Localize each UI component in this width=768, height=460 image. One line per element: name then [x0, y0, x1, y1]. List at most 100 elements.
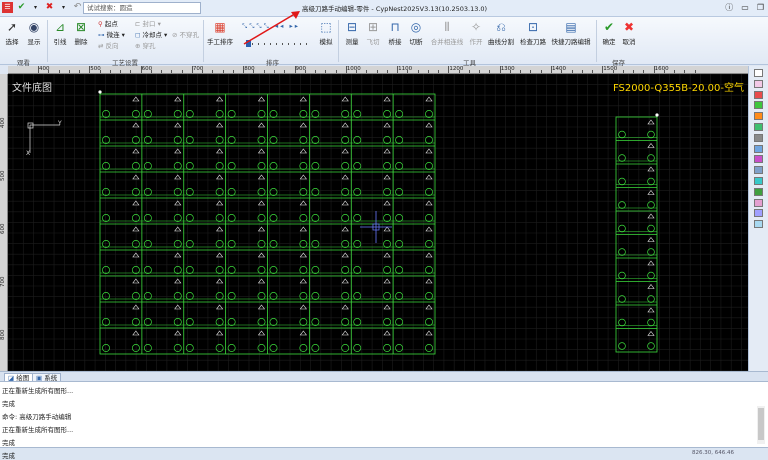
- layer-color-swatch[interactable]: [754, 101, 763, 110]
- select-button[interactable]: ➚ 选择: [5, 20, 19, 46]
- cooling-point-button[interactable]: ◻ 冷却点 ▾: [135, 31, 167, 40]
- layer-color-swatch[interactable]: [754, 220, 763, 229]
- cursor-coordinates: 826.30, 646.46: [692, 450, 734, 456]
- command-log-scrollbar[interactable]: [757, 406, 765, 444]
- hole-contour: [353, 318, 362, 326]
- hole-contour: [395, 162, 404, 170]
- layer-color-swatch[interactable]: [754, 79, 763, 88]
- hole-contour: [353, 266, 362, 274]
- dropdown-icon[interactable]: ▾: [58, 2, 69, 13]
- delete-button[interactable]: ⊠ 删除: [72, 20, 90, 46]
- ruler-tick-label: 1200: [449, 66, 464, 72]
- cancel-button[interactable]: ✖ 取消: [621, 20, 637, 46]
- lead-in-mark: [383, 252, 391, 258]
- layer-color-swatch[interactable]: [754, 90, 763, 99]
- micro-joint-button[interactable]: ⊶ 微连 ▾: [98, 31, 125, 40]
- lead-in-mark: [425, 174, 433, 180]
- dropdown-icon[interactable]: ▾: [30, 2, 41, 13]
- ruler-tick: [48, 70, 50, 73]
- ruler-tick: [520, 70, 522, 73]
- lead-in-mark: [341, 96, 349, 102]
- measure-button[interactable]: ⊟ 测量: [343, 20, 361, 46]
- cut-off-button[interactable]: ◎ 切断: [407, 20, 425, 46]
- ruler-tick-label: 600: [0, 223, 6, 235]
- eye-icon: ◉: [28, 20, 40, 34]
- confirm-button[interactable]: ✔ 确定: [601, 20, 617, 46]
- hole-contour: [618, 342, 626, 350]
- hole-contour: [341, 344, 350, 352]
- hole-contour: [227, 292, 236, 300]
- hole-contour: [215, 214, 224, 222]
- ruler-tick: [684, 70, 686, 73]
- hole-contour: [102, 162, 110, 170]
- manual-sort-button[interactable]: ▦ 手工排序: [206, 20, 234, 46]
- layer-color-swatch[interactable]: [754, 123, 763, 131]
- canvas-svg[interactable]: [8, 74, 748, 371]
- hole-contour: [173, 240, 182, 248]
- hole-contour: [395, 188, 404, 196]
- reverse-button[interactable]: ⇄ 反向: [98, 42, 119, 51]
- layer-color-swatch[interactable]: [754, 198, 763, 207]
- status-text: 完成: [2, 452, 15, 460]
- lead-in-mark: [383, 200, 391, 206]
- simulate-button[interactable]: ⬚ 模拟: [318, 20, 334, 46]
- confirm-check-icon[interactable]: ✔: [16, 2, 27, 13]
- start-point-button[interactable]: ⚲ 起点: [98, 20, 118, 29]
- lead-in-mark: [425, 226, 433, 232]
- minimize-icon[interactable]: ▭: [741, 2, 749, 13]
- ruler-tick: [79, 70, 81, 73]
- merge-lines-button[interactable]: ⫴ 合并相连线: [428, 20, 466, 46]
- command-output-panel[interactable]: 正在重新生成所有图形... 完成 命令: 高级刀路手动编辑 正在重新生成所有图形…: [0, 381, 768, 447]
- ruler-tick: [243, 66, 245, 73]
- ruler-tick: [612, 70, 614, 73]
- quick-path-edit-button[interactable]: ▤ 快捷刀路编辑: [551, 20, 591, 46]
- lead-button[interactable]: ⊿ 引线: [51, 20, 69, 46]
- hole-contour: [353, 344, 362, 352]
- curve-split-button[interactable]: ⎌ 曲线分割: [487, 20, 515, 46]
- restore-icon[interactable]: ❐: [757, 2, 764, 13]
- hole-contour: [425, 188, 433, 196]
- check-icon: ✔: [603, 20, 615, 34]
- lead-in-mark: [425, 96, 433, 102]
- fly-cut-button[interactable]: ⊞ 飞切: [364, 20, 382, 46]
- layer-color-swatch[interactable]: [754, 177, 763, 185]
- hole-contour: [269, 318, 278, 326]
- command-log-line: 正在重新生成所有图形...: [2, 426, 74, 434]
- no-pierce-button[interactable]: ⊘ 不穿孔: [172, 31, 199, 40]
- cancel-x-icon[interactable]: ✖: [44, 2, 55, 13]
- seal-button[interactable]: ⊏ 封口 ▾: [135, 20, 161, 29]
- hole-contour: [215, 318, 224, 326]
- lead-in-mark: [341, 122, 349, 128]
- layer-color-swatch[interactable]: [754, 112, 763, 121]
- layer-color-swatch[interactable]: [754, 69, 763, 77]
- pierce-button[interactable]: ⊕ 穿孔: [135, 42, 156, 51]
- check-path-button[interactable]: ⊡ 检查刀路: [519, 20, 547, 46]
- info-icon[interactable]: ⓘ: [725, 2, 733, 13]
- lead-in-mark: [216, 200, 224, 206]
- app-menu-icon[interactable]: ☰: [2, 2, 13, 13]
- ruler-tick-label: 1100: [398, 66, 413, 72]
- layer-color-swatch[interactable]: [754, 209, 763, 218]
- drawing-canvas[interactable]: 文件底图 FS2000-Q355B-20.00-空气 X Y: [8, 74, 748, 371]
- layer-color-swatch[interactable]: [754, 144, 763, 153]
- window-title: 高级刀路手动编辑-零件 - CypNest2025V3.13(10.2503.1…: [302, 5, 488, 13]
- layer-color-swatch[interactable]: [754, 133, 763, 142]
- command-log-line: 正在重新生成所有图形...: [2, 387, 74, 395]
- lead-in-mark: [341, 252, 349, 258]
- undo-icon[interactable]: ↶: [72, 2, 83, 13]
- bridge-button[interactable]: ⊓ 桥接: [386, 20, 404, 46]
- lead-in-mark: [425, 330, 433, 336]
- lead-in-mark: [216, 226, 224, 232]
- lead-in-mark: [341, 174, 349, 180]
- hole-contour: [143, 266, 152, 274]
- hole-contour: [425, 344, 433, 352]
- layer-color-swatch[interactable]: [754, 166, 763, 175]
- hole-contour: [425, 240, 433, 248]
- ruler-tick-label: 1500: [603, 66, 618, 72]
- layer-color-swatch[interactable]: [754, 155, 763, 164]
- search-input[interactable]: 试试搜索：圆造: [83, 2, 201, 14]
- scrollbar-thumb[interactable]: [758, 408, 764, 440]
- layer-color-swatch[interactable]: [754, 187, 763, 196]
- explode-button[interactable]: ✧ 作开: [468, 20, 484, 46]
- display-button[interactable]: ◉ 显示: [24, 20, 44, 46]
